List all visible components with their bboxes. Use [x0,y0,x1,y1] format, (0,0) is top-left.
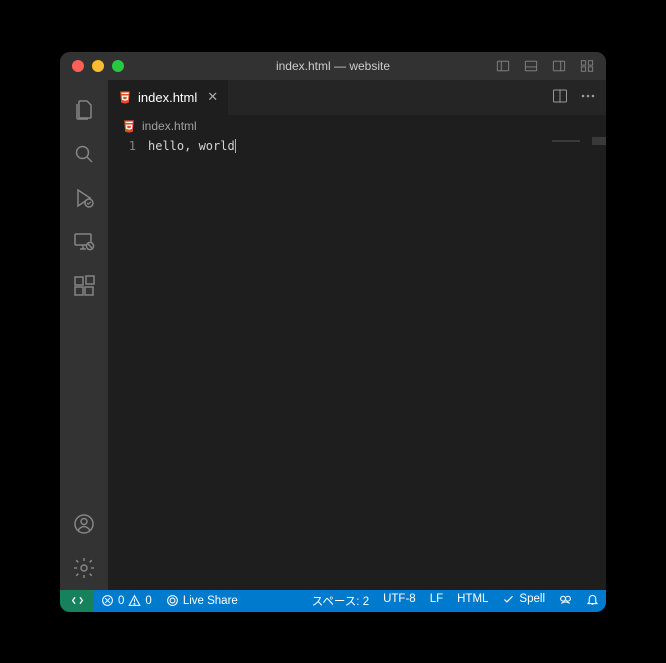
minimap-content [552,140,580,142]
toggle-panel-icon[interactable] [496,59,510,73]
breadcrumb[interactable]: index.html [108,115,606,137]
editor-actions [542,80,606,115]
text-cursor [235,139,236,153]
accounts-icon[interactable] [60,502,108,546]
customize-layout-icon[interactable] [580,59,594,73]
encoding-indicator[interactable]: UTF-8 [376,593,423,605]
vscode-window: index.html — website [60,52,606,612]
fullscreen-window-button[interactable] [112,60,124,72]
live-share-button[interactable]: Live Share [159,590,245,612]
activity-bar [60,80,108,590]
html5-file-icon [118,90,132,104]
breadcrumb-filename: index.html [142,119,197,133]
tab-label: index.html [138,90,197,105]
remote-indicator[interactable] [60,590,94,612]
status-bar: 0 0 Live Share スペース: 2 UTF-8 LF HTML Spe… [60,590,606,612]
window-controls [72,60,124,72]
code-line[interactable]: hello, world [148,137,236,590]
editor-group: index.html ✕ index.html [108,80,606,590]
minimize-window-button[interactable] [92,60,104,72]
eol-label: LF [430,593,443,605]
problems-indicator[interactable]: 0 0 [94,590,159,612]
text-editor[interactable]: 1 hello, world [108,137,606,590]
split-editor-icon[interactable] [552,88,568,107]
remote-explorer-icon[interactable] [60,220,108,264]
spell-check-indicator[interactable]: Spell [495,593,552,606]
run-debug-icon[interactable] [60,176,108,220]
language-mode-indicator[interactable]: HTML [450,593,495,605]
tab-index-html[interactable]: index.html ✕ [108,80,229,115]
minimap-viewport[interactable] [592,137,606,145]
warning-count: 0 [145,595,151,607]
line-number: 1 [108,139,136,153]
more-actions-icon[interactable] [580,88,596,107]
error-count: 0 [118,595,124,607]
feedback-icon[interactable] [552,593,579,606]
eol-indicator[interactable]: LF [423,593,450,605]
tab-close-icon[interactable]: ✕ [207,89,218,105]
titlebar-right-controls [496,59,594,73]
toggle-bottom-panel-icon[interactable] [524,59,538,73]
indent-label: スペース: 2 [312,593,369,609]
indentation-indicator[interactable]: スペース: 2 [305,593,376,609]
encoding-label: UTF-8 [383,593,416,605]
html5-file-icon [122,119,136,133]
spell-label: Spell [519,593,545,605]
settings-gear-icon[interactable] [60,546,108,590]
tab-bar: index.html ✕ [108,80,606,115]
notifications-icon[interactable] [579,593,606,606]
titlebar: index.html — website [60,52,606,80]
explorer-icon[interactable] [60,88,108,132]
line-number-gutter: 1 [108,137,148,590]
search-icon[interactable] [60,132,108,176]
close-window-button[interactable] [72,60,84,72]
extensions-icon[interactable] [60,264,108,308]
code-text: hello, world [148,139,235,153]
minimap[interactable] [546,137,606,590]
language-label: HTML [457,593,488,605]
workbench-body: index.html ✕ index.html [60,80,606,590]
toggle-sidebar-icon[interactable] [552,59,566,73]
live-share-label: Live Share [183,595,238,607]
